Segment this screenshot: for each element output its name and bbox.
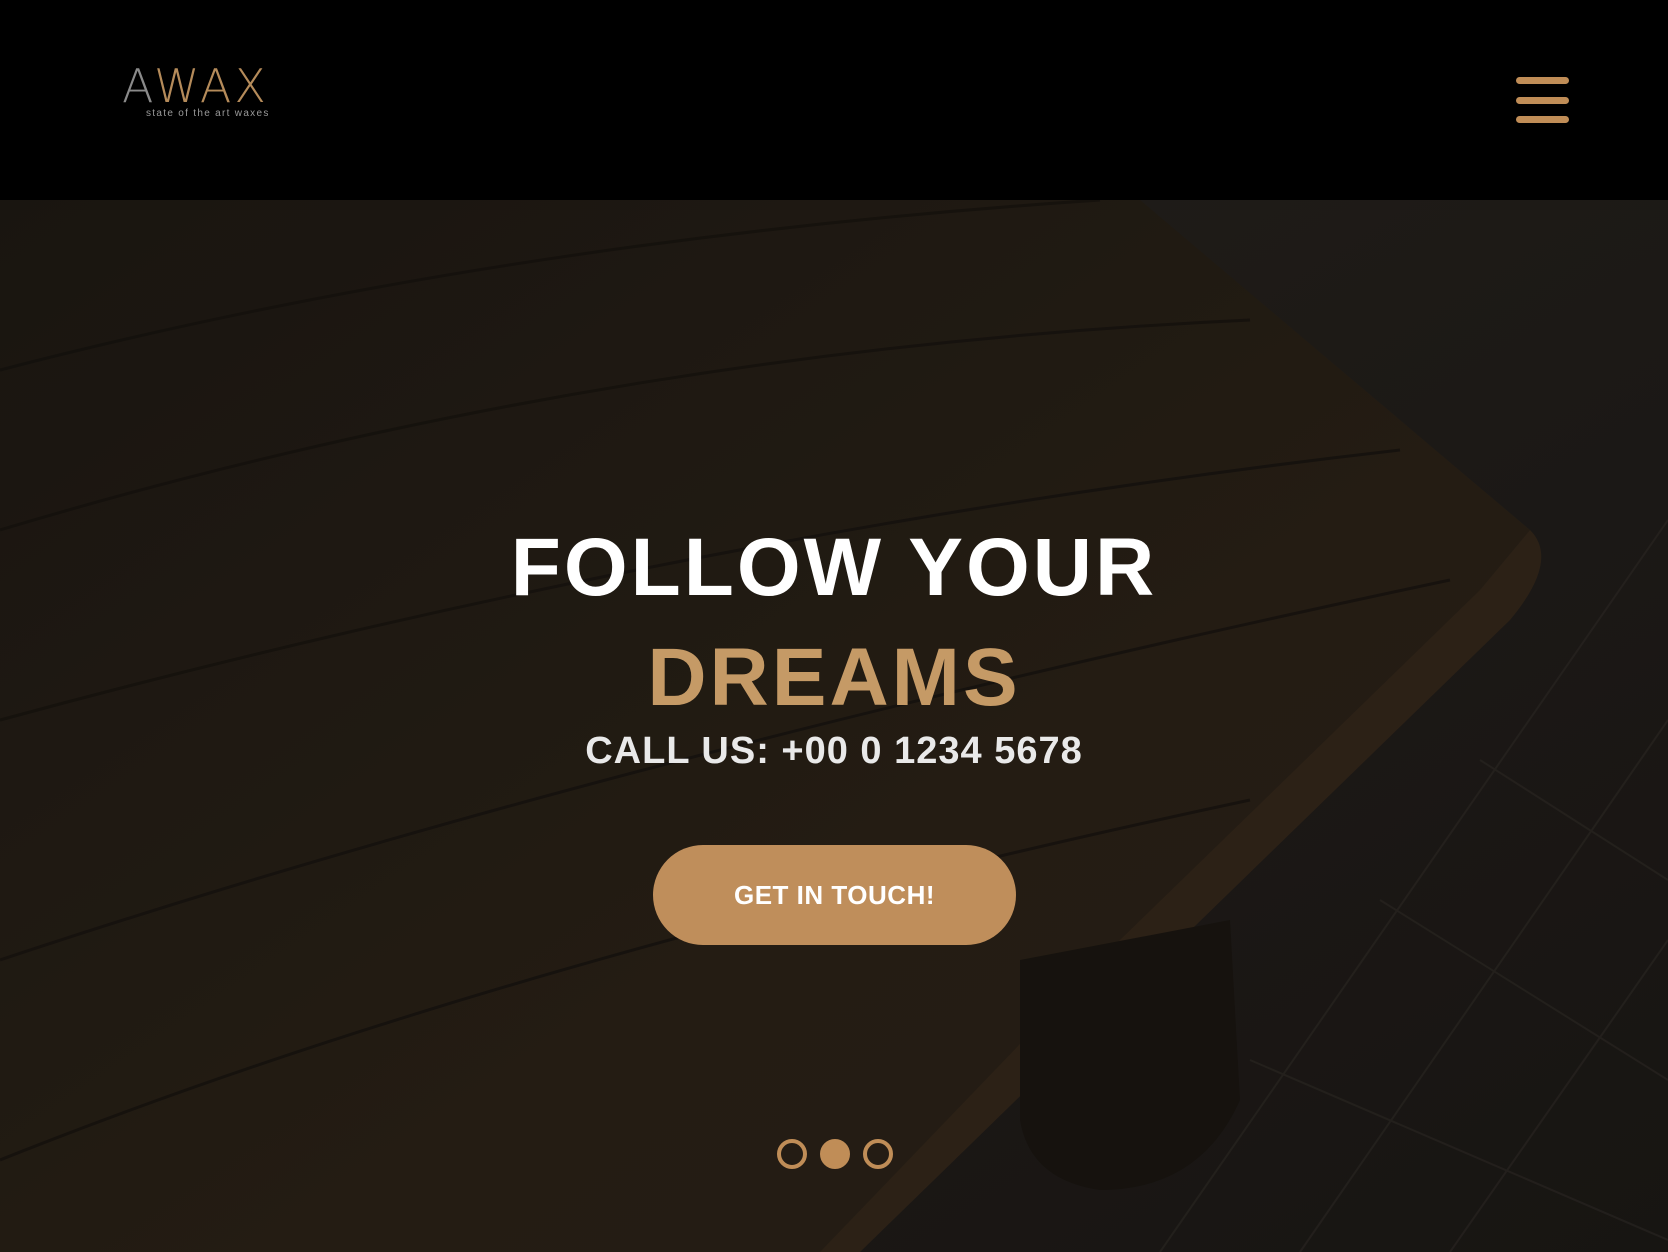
hero-slider: FOLLOW YOUR DREAMS CALL US: +00 0 1234 5… — [0, 200, 1668, 1252]
menu-bar — [1516, 116, 1569, 123]
slider-pagination — [777, 1138, 893, 1170]
slider-dot-1[interactable] — [777, 1139, 807, 1169]
slider-dot-2[interactable] — [820, 1139, 850, 1169]
hero-headline-line2: DREAMS — [647, 632, 1021, 723]
site-header: AWAX state of the art waxes — [0, 0, 1668, 200]
slider-dot-3[interactable] — [863, 1139, 893, 1169]
logo[interactable]: AWAX state of the art waxes — [122, 58, 292, 128]
get-in-touch-button[interactable]: GET IN TOUCH! — [653, 845, 1016, 945]
hamburger-menu-icon[interactable] — [1516, 75, 1569, 125]
menu-bar — [1516, 96, 1569, 104]
hero-content: FOLLOW YOUR DREAMS CALL US: +00 0 1234 5… — [0, 200, 1668, 1252]
call-us-text: CALL US: +00 0 1234 5678 — [585, 730, 1083, 772]
hero-headline-line1: FOLLOW YOUR — [510, 522, 1158, 613]
logo-tagline: state of the art waxes — [146, 108, 270, 119]
menu-bar — [1516, 77, 1569, 84]
logo-wordmark: AWAX — [122, 59, 269, 113]
